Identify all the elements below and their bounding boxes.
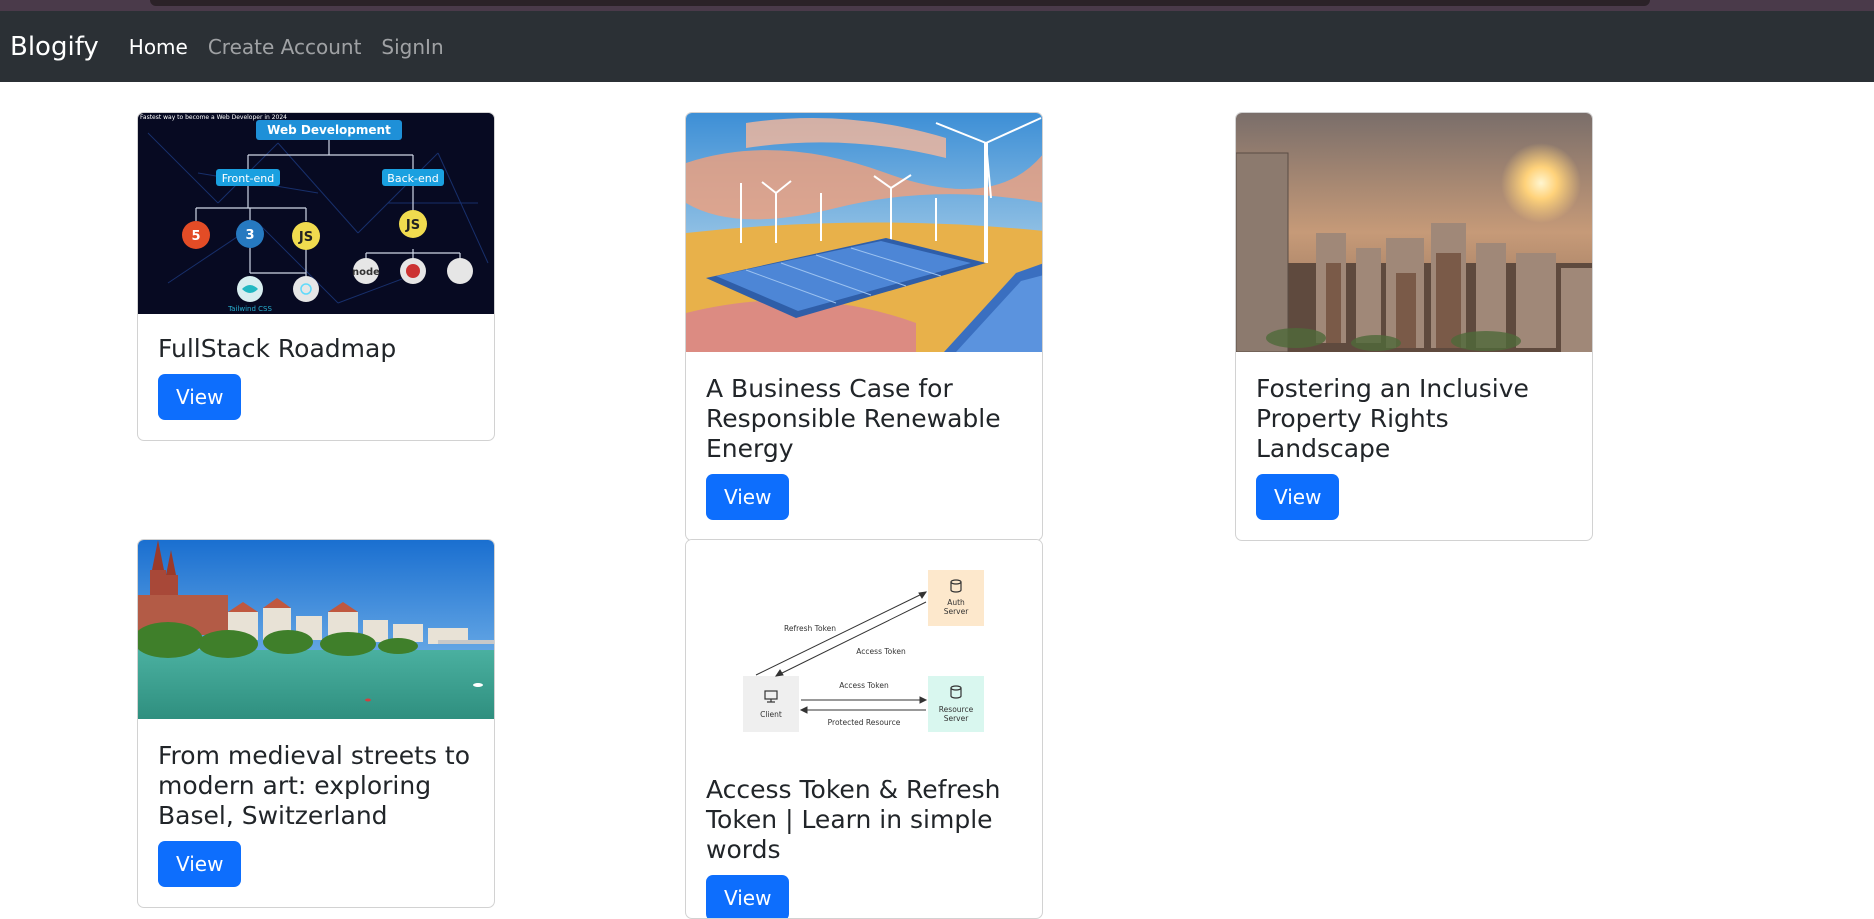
access-token-label-1: Access Token (856, 647, 906, 656)
view-button[interactable]: View (158, 841, 242, 887)
web-dev-banner: Web Development (267, 123, 391, 137)
browser-edge (150, 0, 1650, 6)
nav-create-account[interactable]: Create Account (208, 35, 362, 59)
protected-resource-label: Protected Resource (828, 718, 901, 727)
card-body: FullStack Roadmap View (138, 314, 494, 440)
frontend-label: Front-end (222, 172, 275, 185)
blog-card-access-token: Auth Server Resource Server Client Refre… (685, 539, 1043, 919)
js-node: JS (298, 230, 313, 245)
view-button[interactable]: View (706, 474, 790, 520)
css-node: 3 (245, 228, 254, 243)
card-title: FullStack Roadmap (158, 334, 397, 363)
card-image-access-token: Auth Server Resource Server Client Refre… (686, 540, 1042, 775)
refresh-token-label: Refresh Token (784, 624, 836, 633)
navbar: Blogify Home Create Account SignIn (0, 11, 1874, 82)
auth-server-label-1: Auth (947, 598, 965, 607)
client-label: Client (760, 710, 782, 719)
access-token-label-2: Access Token (839, 681, 889, 690)
card-body: Access Token & Refresh Token | Learn in … (686, 775, 1042, 918)
card-body: A Business Case for Responsible Renewabl… (686, 352, 1042, 540)
resource-server-label-1: Resource (939, 705, 974, 714)
blog-card-basel: From medieval streets to modern art: exp… (137, 539, 495, 908)
tailwind-label: Tailwind CSS (227, 305, 272, 313)
view-button[interactable]: View (158, 374, 242, 420)
blog-card-property-rights: Fostering an Inclusive Property Rights L… (1235, 112, 1593, 541)
nav-home[interactable]: Home (129, 35, 188, 59)
backend-label: Back-end (387, 172, 438, 185)
view-button[interactable]: View (706, 875, 790, 918)
view-button[interactable]: View (1256, 474, 1340, 520)
blog-card-fullstack: Fastest way to become a Web Developer in… (137, 112, 495, 441)
card-title: Access Token & Refresh Token | Learn in … (706, 775, 1001, 864)
card-image-renewable-energy (686, 113, 1042, 352)
card-image-fullstack: Fastest way to become a Web Developer in… (138, 113, 494, 314)
blog-card-renewable-energy: A Business Case for Responsible Renewabl… (685, 112, 1043, 541)
card-body: From medieval streets to modern art: exp… (138, 719, 494, 907)
html-node: 5 (191, 229, 200, 244)
browser-top-strip (0, 0, 1874, 11)
brand-logo[interactable]: Blogify (10, 32, 99, 62)
card-image-basel (138, 540, 494, 719)
backend-js-node: JS (405, 218, 420, 233)
fullstack-caption: Fastest way to become a Web Developer in… (140, 114, 287, 121)
card-title: A Business Case for Responsible Renewabl… (706, 374, 1001, 463)
auth-server-label-2: Server (944, 607, 970, 616)
card-title: From medieval streets to modern art: exp… (158, 741, 471, 830)
resource-server-label-2: Server (944, 714, 970, 723)
card-body: Fostering an Inclusive Property Rights L… (1236, 352, 1592, 540)
card-image-property-rights (1236, 113, 1592, 352)
nav-signin[interactable]: SignIn (381, 35, 443, 59)
node-node: node (352, 267, 380, 278)
card-title: Fostering an Inclusive Property Rights L… (1256, 374, 1529, 463)
